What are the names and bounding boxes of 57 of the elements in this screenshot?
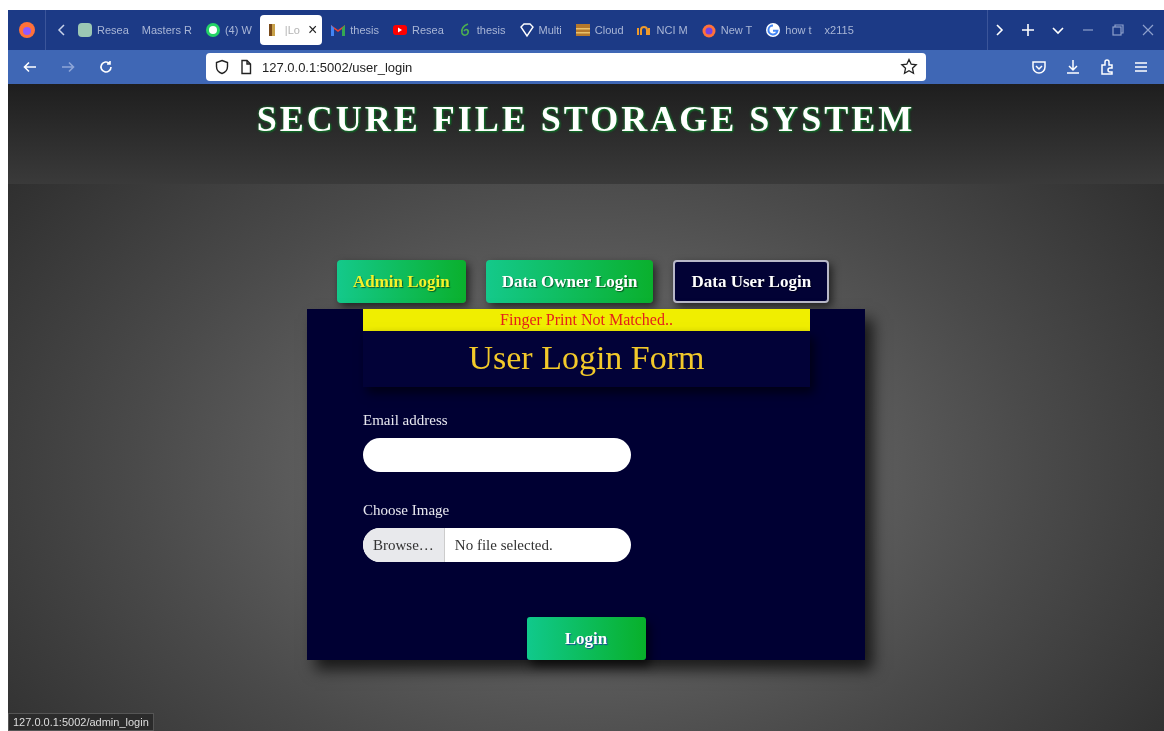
tab-title: Cloud	[594, 24, 624, 36]
tab-title: (4) W	[224, 24, 252, 36]
mail-icon	[330, 22, 347, 38]
browser-tab[interactable]: how t	[760, 15, 817, 45]
address-bar[interactable]: 127.0.0.1:5002/user_login	[206, 53, 926, 81]
browser-tab[interactable]: Masters R	[136, 15, 197, 45]
tab-title: thesis	[476, 24, 506, 36]
login-tab[interactable]: Data User Login	[673, 260, 830, 303]
reload-icon[interactable]	[98, 59, 114, 75]
email-field[interactable]	[363, 438, 631, 472]
tab-title: thesis	[350, 24, 379, 36]
browser-tab[interactable]: Resea	[72, 15, 134, 45]
tab-title: Resea	[412, 24, 444, 36]
download-icon[interactable]	[1064, 58, 1082, 76]
browser-tab[interactable]: thesis	[325, 15, 384, 45]
pocket-icon[interactable]	[1030, 58, 1048, 76]
form-title: User Login Form	[363, 331, 810, 387]
back-arrow-icon[interactable]	[22, 59, 38, 75]
close-icon[interactable]: ×	[307, 21, 318, 39]
file-field[interactable]: Browse… No file selected.	[363, 528, 631, 562]
browser-tab[interactable]: NCI M	[631, 15, 693, 45]
browser-tab[interactable]: thesis	[451, 15, 511, 45]
tab-title: |Lo	[284, 24, 300, 36]
browser-tab[interactable]: x2115	[819, 15, 859, 45]
restore-icon[interactable]	[1110, 22, 1126, 38]
browser-tab[interactable]: Multi	[513, 15, 567, 45]
tab-title: how t	[785, 24, 812, 36]
browser-logo-icon[interactable]	[18, 21, 36, 39]
new-tab-icon[interactable]	[1020, 22, 1036, 38]
tab-title: Multi	[538, 24, 562, 36]
tab-title: x2115	[824, 24, 854, 36]
browser-tab[interactable]: (4) W	[199, 15, 257, 45]
status-bar: 127.0.0.1:5002/admin_login	[8, 713, 154, 731]
tab-title: Masters R	[141, 24, 192, 36]
tab-title: New T	[720, 24, 753, 36]
app-icon	[77, 22, 93, 38]
puzzle-icon[interactable]	[1098, 58, 1116, 76]
chat-icon	[204, 22, 221, 38]
url-text: 127.0.0.1:5002/user_login	[262, 59, 413, 75]
browser-tab[interactable]: New T	[695, 15, 758, 45]
tab-title: Resea	[97, 24, 129, 36]
browser-tab[interactable]: Resea	[387, 15, 449, 45]
star-icon[interactable]	[900, 58, 918, 76]
browser-tab[interactable]: Cloud	[569, 15, 629, 45]
close-icon[interactable]	[1140, 22, 1156, 38]
browser-icon	[700, 22, 717, 38]
diamond-icon	[518, 22, 535, 38]
field-label: Choose Image	[363, 502, 451, 519]
google-icon	[765, 22, 782, 38]
shield-icon	[214, 59, 230, 75]
play-icon	[392, 22, 408, 38]
field-label: Email address	[363, 412, 449, 429]
stack-icon	[574, 22, 591, 38]
browser-tab[interactable]: |Lo ×	[259, 15, 323, 45]
tab-title: NCI M	[656, 24, 688, 36]
error-message: Finger Print Not Matched..	[363, 309, 810, 331]
site-title: SECURE FILE STORAGE SYSTEM	[256, 98, 916, 141]
